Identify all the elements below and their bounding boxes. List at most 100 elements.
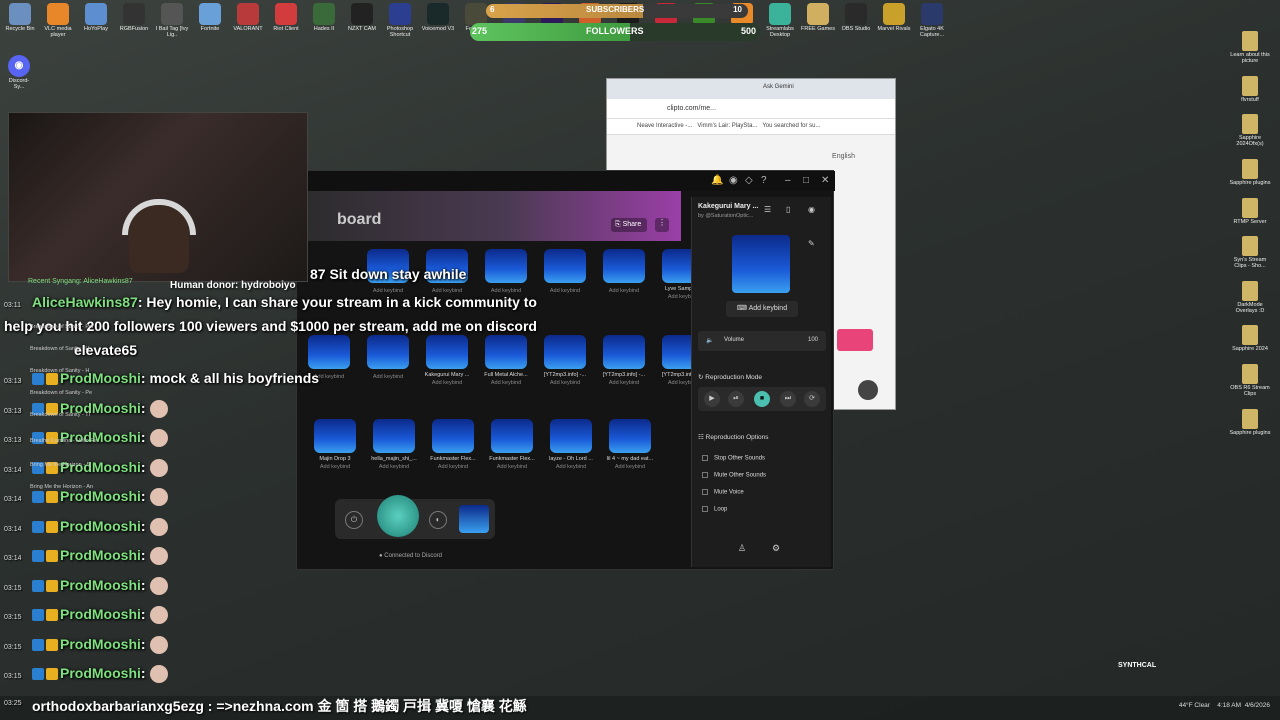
close-icon[interactable]: ✕: [821, 175, 829, 186]
sound-tile[interactable]: [YT2mp3.info] -... Add keybind: [539, 335, 591, 386]
desktop-icon[interactable]: Elgato 4K Capture...: [914, 2, 950, 46]
desktop-icon[interactable]: Riot Client: [268, 2, 304, 46]
sound-tile[interactable]: Add keybind: [539, 249, 591, 294]
bell-icon[interactable]: 🔔: [711, 175, 723, 186]
desktop-icon[interactable]: RGBFusion: [116, 2, 152, 46]
option-mute-voice[interactable]: Mute Voice: [702, 489, 744, 496]
desktop-icon[interactable]: Learn about this picture: [1228, 30, 1272, 65]
add-keybind-link[interactable]: Add keybind: [309, 464, 361, 470]
sound-tile[interactable]: Add keybind: [480, 249, 532, 294]
microphone-icon[interactable]: [377, 495, 419, 537]
ear-icon[interactable]: ◐: [429, 511, 447, 529]
clock-time[interactable]: 4:18 AM: [1217, 702, 1241, 709]
desktop-icon[interactable]: Hades II: [306, 2, 342, 46]
add-keybind-button[interactable]: ⌨ Add keybind: [726, 301, 798, 317]
desktop-icon[interactable]: Sapphire plugins: [1228, 158, 1272, 187]
checkbox[interactable]: [702, 455, 708, 461]
ask-gemini-tab[interactable]: Ask Gemini: [763, 84, 794, 90]
page-action-button[interactable]: [837, 329, 873, 351]
add-keybind-link[interactable]: Add keybind: [539, 288, 591, 294]
help-icon[interactable]: ?: [761, 175, 767, 186]
desktop-icon[interactable]: Photoshop Shortcut: [382, 2, 418, 46]
weather[interactable]: 44°F Clear: [1179, 702, 1210, 709]
desktop-icon[interactable]: flvrstuff: [1228, 75, 1272, 104]
sound-author[interactable]: by @SaturationOptic...: [698, 213, 753, 219]
desktop-icon[interactable]: Syn's Stream Clips - Sho...: [1228, 235, 1272, 270]
sound-tile[interactable]: Funkmaster Flex... Add keybind: [486, 419, 538, 470]
desktop-icon[interactable]: RTMP Server: [1228, 197, 1272, 226]
desktop-icon[interactable]: FREE Games: [800, 2, 836, 46]
checkbox[interactable]: [702, 472, 708, 478]
add-keybind-link[interactable]: Add keybind: [598, 288, 650, 294]
sound-tile[interactable]: Funkmaster Flex... Add keybind: [427, 419, 479, 470]
camera-icon[interactable]: [858, 380, 878, 400]
desktop-icon[interactable]: Fortnite: [192, 2, 228, 46]
volume-value[interactable]: 100: [808, 337, 818, 343]
person-icon[interactable]: ♙: [738, 543, 746, 554]
add-keybind-link[interactable]: Add keybind: [545, 464, 597, 470]
settings-icon[interactable]: ⚙: [772, 543, 780, 554]
desktop-icon[interactable]: OBS R6 Stream Clips: [1228, 363, 1272, 398]
sound-tile[interactable]: Add keybind: [598, 249, 650, 294]
add-keybind-link[interactable]: Add keybind: [368, 464, 420, 470]
minimize-icon[interactable]: –: [785, 175, 791, 186]
browser-tab-strip[interactable]: Ask Gemini: [607, 79, 895, 99]
desktop-icon-discord[interactable]: ◉ Discord-Sy...: [4, 54, 34, 91]
tag-icon[interactable]: ◇: [745, 175, 753, 186]
play-icon[interactable]: ▶: [704, 391, 720, 407]
option-mute-other-sounds[interactable]: Mute Other Sounds: [702, 472, 766, 479]
sound-tile[interactable]: Kakegurui Mary ... Add keybind: [421, 335, 473, 386]
sound-tile[interactable]: Full Metal Alche... Add keybind: [480, 335, 532, 386]
add-keybind-link[interactable]: Add keybind: [604, 464, 656, 470]
volume-control[interactable]: 🔈 Volume 100: [698, 331, 826, 351]
chat-username[interactable]: ProdMooshi: [60, 518, 141, 534]
option-loop[interactable]: Loop: [702, 506, 727, 513]
next-icon[interactable]: ⏭: [780, 391, 796, 407]
desktop-icon[interactable]: I Bail Tag [Ivy Lig..: [154, 2, 190, 46]
desktop-icon[interactable]: Marvel Rivals: [876, 2, 912, 46]
chat-username[interactable]: ProdMooshi: [60, 547, 141, 563]
discord-icon[interactable]: ◉: [729, 175, 738, 186]
desktop-icon[interactable]: Sapphire 2024: [1228, 324, 1272, 353]
desktop-icon[interactable]: Sapphire plugins: [1228, 408, 1272, 437]
bookmark-item[interactable]: Vimm's Lair: PlaySta...: [697, 123, 757, 129]
desktop-icon[interactable]: HoYoPlay: [78, 2, 114, 46]
power-icon[interactable]: ⏻: [345, 511, 363, 529]
desktop-icon[interactable]: VLC media player: [40, 2, 76, 46]
chat-username[interactable]: ProdMooshi: [60, 636, 141, 652]
sound-tile[interactable]: lil 4 ~ my dad eat... Add keybind: [604, 419, 656, 470]
edit-icon[interactable]: ✎: [808, 239, 815, 248]
chat-username[interactable]: ProdMooshi: [60, 665, 141, 681]
desktop-icon[interactable]: Streamlabs Desktop: [762, 2, 798, 46]
more-options-icon[interactable]: ⋮: [655, 218, 669, 232]
stop-icon[interactable]: ■: [754, 391, 770, 407]
book-icon[interactable]: ▯: [786, 205, 790, 214]
sound-tile[interactable]: hella_majin_shi_... Add keybind: [368, 419, 420, 470]
add-keybind-link[interactable]: Add keybind: [362, 374, 414, 380]
sound-tile[interactable]: layze - Oh Lord ... Add keybind: [545, 419, 597, 470]
bookmark-item[interactable]: You searched for su...: [762, 123, 820, 129]
desktop-icon[interactable]: DarkMode Overlays :D: [1228, 280, 1272, 315]
sound-tile[interactable]: Add keybind: [362, 335, 414, 380]
add-keybind-link[interactable]: Add keybind: [539, 380, 591, 386]
address-bar[interactable]: clipto.com/me...: [607, 99, 895, 119]
desktop-icon[interactable]: OBS Studio: [838, 2, 874, 46]
desktop-icon[interactable]: Sapphire 2024Ofx(s): [1228, 113, 1272, 148]
chat-username[interactable]: ProdMooshi: [60, 606, 141, 622]
checkbox[interactable]: [702, 489, 708, 495]
current-sound-thumbnail[interactable]: [459, 505, 489, 533]
chat-username[interactable]: AliceHawkins87: [32, 294, 138, 310]
sliders-icon[interactable]: ☰: [764, 205, 771, 214]
clock-date[interactable]: 4/6/2026: [1245, 702, 1270, 709]
option-stop-other-sounds[interactable]: Stop Other Sounds: [702, 455, 765, 462]
loop-icon[interactable]: ⟳: [804, 391, 820, 407]
add-keybind-link[interactable]: Add keybind: [421, 380, 473, 386]
share-button[interactable]: ⎘ Share: [611, 218, 647, 232]
maximize-icon[interactable]: □: [803, 175, 809, 186]
soundboard-window[interactable]: 🔔 ◉ ◇ ? – □ ✕ board ⎘ Share ⋮ Add keybin…: [296, 170, 835, 570]
chat-username[interactable]: ProdMooshi: [60, 488, 141, 504]
record-icon[interactable]: ◉: [808, 205, 815, 214]
language-selector[interactable]: English: [832, 153, 855, 160]
chat-username[interactable]: ProdMooshi: [60, 577, 141, 593]
add-keybind-link[interactable]: Add keybind: [480, 380, 532, 386]
